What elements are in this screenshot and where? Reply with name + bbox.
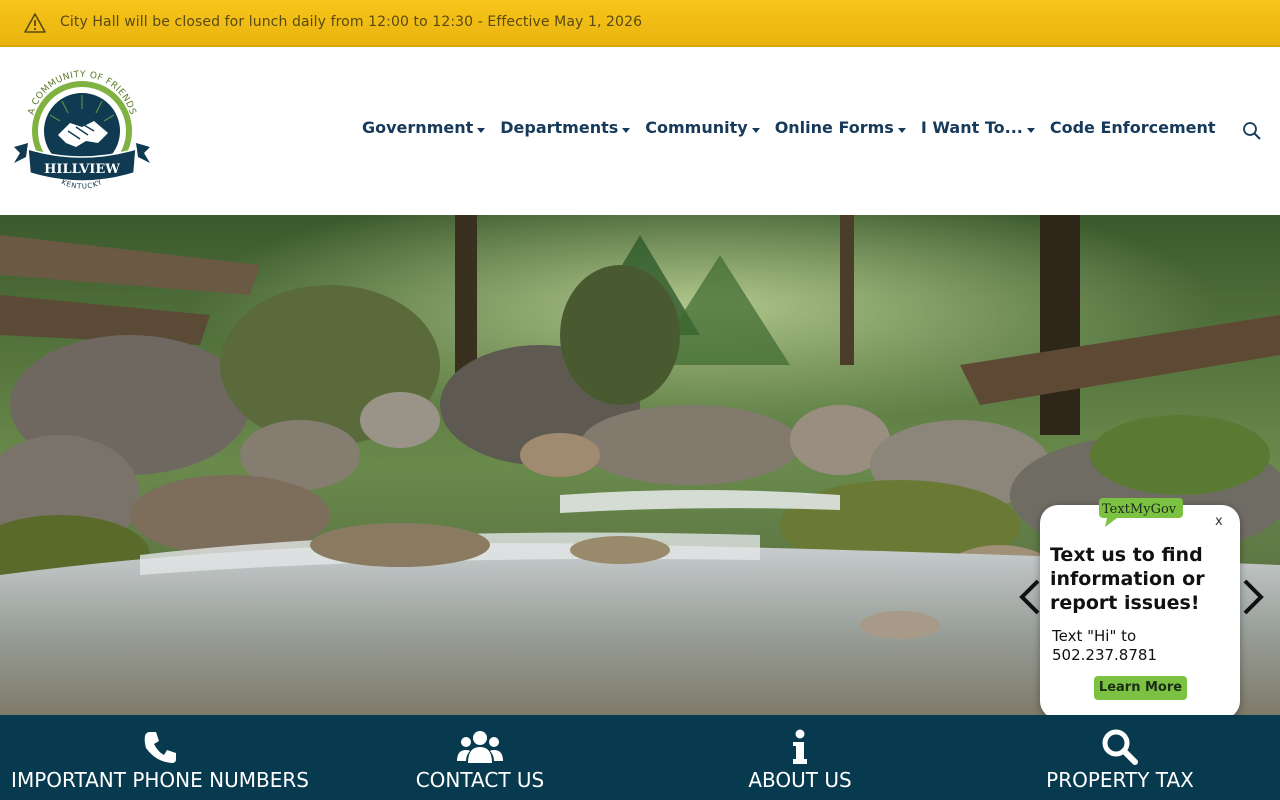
- learn-more-button[interactable]: Learn More: [1094, 676, 1187, 700]
- close-button[interactable]: x: [1215, 514, 1223, 529]
- nav-online-forms[interactable]: Online Forms: [775, 118, 906, 137]
- nav-government-label: Government: [362, 118, 474, 137]
- nav-code-enforcement[interactable]: Code Enforcement: [1050, 118, 1216, 137]
- textmygov-widget: TextMyGov x Text us to find information …: [1040, 498, 1240, 719]
- nav-i-want-to[interactable]: I Want To...: [921, 118, 1035, 137]
- alert-bar: City Hall will be closed for lunch daily…: [0, 0, 1280, 47]
- site-header: HILLVIEW A COMMUNITY OF FRIENDS KENTUCKY…: [0, 47, 1280, 215]
- warning-icon: [24, 13, 46, 33]
- quick-link-contact-us[interactable]: CONTACT US: [320, 715, 640, 800]
- nav-departments-label: Departments: [500, 118, 619, 137]
- nav-code-enforcement-label: Code Enforcement: [1049, 118, 1216, 137]
- nav-community[interactable]: Community: [645, 118, 760, 137]
- textmygov-body: Text "Hi" to 502.237.8781: [1052, 627, 1157, 664]
- quick-link-label: CONTACT US: [415, 768, 545, 792]
- phone-icon: [144, 732, 176, 763]
- nav-community-label: Community: [645, 118, 748, 137]
- nav-online-forms-label: Online Forms: [774, 118, 894, 137]
- chevron-right-icon[interactable]: [1241, 577, 1265, 617]
- caret-down-icon: [622, 127, 631, 133]
- main-nav: Government Departments Community Online …: [362, 118, 1231, 137]
- quick-link-label: PROPERTY TAX: [1046, 768, 1194, 792]
- chevron-left-icon[interactable]: [1018, 577, 1042, 617]
- nav-government[interactable]: Government: [362, 118, 486, 137]
- logo-name: HILLVIEW: [44, 162, 120, 177]
- caret-down-icon: [751, 127, 760, 133]
- hillview-logo[interactable]: HILLVIEW A COMMUNITY OF FRIENDS KENTUCKY: [10, 65, 154, 199]
- textmygov-badge: TextMyGov: [1102, 502, 1177, 517]
- info-icon: [793, 729, 807, 764]
- quick-link-about-us[interactable]: ABOUT US: [640, 715, 960, 800]
- quick-links-bar: IMPORTANT PHONE NUMBERS CONTACT US ABOUT…: [0, 715, 1280, 800]
- quick-link-label: ABOUT US: [748, 768, 852, 792]
- quick-link-phone-numbers[interactable]: IMPORTANT PHONE NUMBERS: [0, 715, 320, 800]
- textmygov-heading: Text us to find information or report is…: [1050, 544, 1205, 614]
- quick-link-label: IMPORTANT PHONE NUMBERS: [11, 768, 309, 792]
- search-icon: [1102, 729, 1138, 765]
- caret-down-icon: [897, 127, 906, 133]
- quick-link-property-tax[interactable]: PROPERTY TAX: [960, 715, 1280, 800]
- alert-message[interactable]: City Hall will be closed for lunch daily…: [60, 14, 642, 30]
- search-icon[interactable]: [1242, 121, 1262, 141]
- caret-down-icon: [477, 127, 486, 133]
- caret-down-icon: [1026, 127, 1035, 133]
- users-icon: [457, 731, 503, 763]
- nav-departments[interactable]: Departments: [500, 118, 631, 137]
- nav-i-want-to-label: I Want To...: [920, 118, 1023, 137]
